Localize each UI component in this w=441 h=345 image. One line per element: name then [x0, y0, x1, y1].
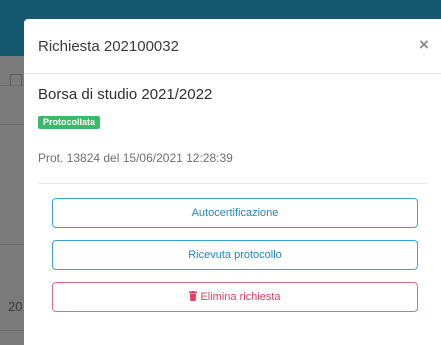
section-divider: [38, 183, 427, 184]
close-icon[interactable]: ×: [416, 36, 432, 54]
protocol-info: Prot. 13824 del 15/06/2021 12:28:39: [38, 151, 233, 165]
status-badge: Protocollata: [38, 116, 101, 129]
elimina-richiesta-button[interactable]: Elimina richiesta: [52, 282, 418, 312]
modal-header: Richiesta 202100032 ×: [24, 19, 441, 74]
trash-icon: [189, 284, 198, 301]
modal-title: Richiesta 202100032: [38, 38, 179, 55]
request-subject: Borsa di studio 2021/2022: [38, 86, 213, 103]
elimina-richiesta-label: Elimina richiesta: [200, 291, 281, 303]
request-modal: Richiesta 202100032 × Borsa di studio 20…: [24, 19, 441, 345]
background-divider: [0, 85, 24, 86]
background-divider: [0, 244, 24, 245]
background-divider: [0, 330, 24, 331]
background-partial-number: 20: [8, 299, 23, 314]
autocertificazione-button[interactable]: Autocertificazione: [52, 198, 418, 228]
background-divider: [0, 124, 24, 125]
ricevuta-protocollo-button[interactable]: Ricevuta protocollo: [52, 240, 418, 270]
